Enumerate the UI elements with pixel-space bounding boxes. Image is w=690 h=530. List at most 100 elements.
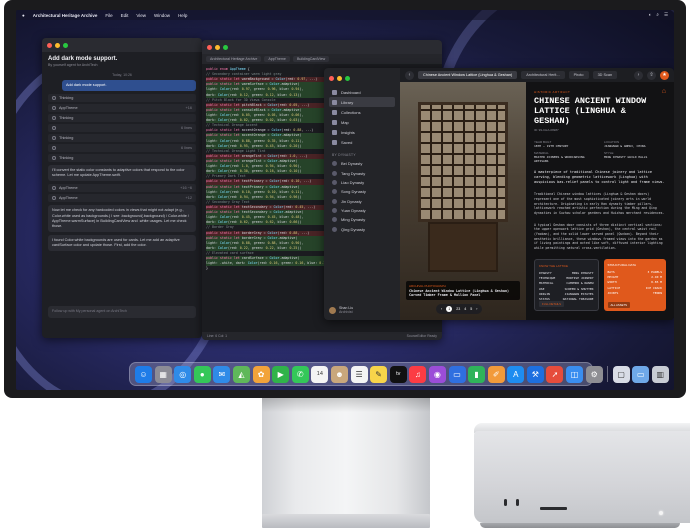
zoom-button[interactable] [345, 76, 350, 81]
downloads-folder-icon[interactable]: ▭ [632, 365, 650, 383]
menu-file[interactable]: File [105, 13, 112, 18]
notes-icon[interactable]: ✎ [370, 365, 388, 383]
sidebar-item-dynasty[interactable]: Song Dynasty [329, 187, 395, 196]
reminders-icon[interactable]: ☰ [350, 365, 368, 383]
notification-icon[interactable]: ☰ [664, 12, 668, 18]
instruments-icon[interactable]: ➚ [546, 365, 564, 383]
user-profile[interactable]: Shan Liu Archivist [329, 306, 353, 314]
forward-icon[interactable]: › [634, 70, 643, 80]
list-item[interactable]: AppTheme +12 [48, 194, 196, 203]
sidebar-item-dynasty[interactable]: Qing Dynasty [329, 225, 395, 234]
power-indicator-light [659, 511, 663, 515]
list-item[interactable]: 6 lines [48, 124, 196, 133]
sidebar-item-dynasty[interactable]: Yuan Dynasty [329, 206, 395, 215]
sidebar-item-dynasty[interactable]: Liao Dynasty [329, 178, 395, 187]
menu-help[interactable]: Help [178, 13, 187, 18]
control-center-icon[interactable]: ◐ [649, 12, 652, 18]
dynasty-icon [332, 208, 337, 214]
list-item[interactable]: Thinking [48, 94, 196, 103]
sidebar-section-title: BY DYNASTY [332, 153, 356, 157]
sidebar-item-insights[interactable]: Insights [329, 127, 395, 137]
spotlight-icon[interactable]: ⌕ [656, 12, 659, 18]
artifact-fields: YEAR BUILT 18TH – 19TH CENTURY LOCATION JI… [534, 140, 648, 164]
mail-icon[interactable]: ✉ [213, 365, 231, 383]
apple-icon[interactable]: ● [22, 13, 25, 18]
photo-pager: ‹ 1 23 4 5 › [436, 304, 483, 314]
artifact-photo: ARCHIVAL PHOTOGRAPH Chinese Ancient Wind… [400, 82, 526, 320]
pager-page[interactable]: 5 [470, 307, 472, 311]
heritage-toolbar: ‹ Chinese Ancient Window Lattice (Linghu… [400, 68, 674, 82]
appstore-icon[interactable]: A [507, 365, 525, 383]
keynote-icon[interactable]: ▭ [448, 365, 466, 383]
finder-icon[interactable]: ☺ [135, 365, 152, 383]
share-icon[interactable]: ⇧ [647, 70, 656, 80]
messages-icon[interactable]: ● [193, 365, 211, 383]
product-photo: ● Architectural Heritage Archive File Ed… [0, 0, 690, 530]
close-button[interactable] [47, 42, 52, 48]
tab-artifact[interactable]: Chinese Ancient Window Lattice (Linghua … [418, 71, 518, 79]
tab-apptheme[interactable]: AppTheme [264, 56, 290, 62]
pager-prev-icon[interactable]: ‹ [441, 307, 442, 311]
settings-icon[interactable]: ⚙ [585, 365, 603, 383]
sidebar-item-saved[interactable]: Saved [329, 137, 395, 147]
full-details-button[interactable]: FULL DETAILS [539, 300, 564, 307]
tab-architectural[interactable]: Architectural Herit... [521, 71, 565, 79]
close-button[interactable] [207, 44, 212, 50]
list-item[interactable]: AppTheme +16 [48, 104, 196, 113]
contacts-icon[interactable]: ☻ [330, 365, 348, 383]
facetime-icon[interactable]: ▶ [272, 365, 290, 383]
menu-window[interactable]: Window [154, 13, 170, 18]
minimize-button[interactable] [215, 44, 220, 50]
list-item[interactable]: Thinking [48, 134, 196, 143]
music-icon[interactable]: ♫ [409, 365, 427, 383]
pages-icon[interactable]: ✐ [487, 365, 505, 383]
menu-edit[interactable]: Edit [121, 13, 129, 18]
zoom-button[interactable] [63, 42, 68, 48]
sidebar-item-map[interactable]: Map [329, 117, 395, 127]
artifact-description: Traditional Chinese window lattices (Lin… [534, 192, 665, 216]
maps-icon[interactable]: ◭ [232, 365, 250, 383]
tv-icon[interactable]: tv [389, 365, 407, 383]
phone-icon[interactable]: ✆ [291, 365, 309, 383]
sidebar-item-collections[interactable]: Collections [329, 107, 395, 117]
minimize-button[interactable] [55, 42, 60, 48]
trash-icon[interactable]: ▥ [651, 365, 669, 383]
pager-next-icon[interactable]: › [476, 307, 477, 311]
pager-page[interactable]: 4 [464, 307, 466, 311]
sidebar-item-dashboard[interactable]: Dashboard [329, 87, 395, 97]
sidebar-item-dynasty[interactable]: Jin Dynasty [329, 197, 395, 206]
sidebar-item-dynasty[interactable]: Tang Dynasty [329, 168, 395, 177]
photos-icon[interactable]: ✿ [252, 365, 270, 383]
sidebar-item-dynasty[interactable]: Bei Dynasty [329, 159, 395, 168]
preview-icon[interactable]: ▢ [612, 365, 630, 383]
tab-project[interactable]: Architectural Heritage Archive [206, 56, 262, 62]
bookmark-action-icon[interactable]: ★ [660, 70, 669, 80]
safari-icon[interactable]: ◎ [174, 365, 192, 383]
pager-page[interactable]: 23 [456, 307, 460, 311]
list-item[interactable]: 6 lines [48, 144, 196, 153]
sidebar-item-dynasty[interactable]: Ming Dynasty [329, 215, 395, 224]
close-button[interactable] [329, 76, 334, 81]
tab-3d-scan[interactable]: 3D Scan [592, 71, 618, 79]
menu-app-name[interactable]: Architectural Heritage Archive [33, 13, 98, 18]
bookmark-icon [332, 139, 337, 145]
podcasts-icon[interactable]: ◉ [428, 365, 446, 383]
zoom-button[interactable] [223, 44, 228, 50]
calendar-icon[interactable]: 14 [311, 365, 329, 383]
list-item[interactable]: AppTheme +16 −6 [48, 184, 196, 193]
list-item[interactable]: Thinking [48, 114, 196, 123]
tab-buildingcardview[interactable]: BuildingCardView [292, 56, 330, 62]
xcode-icon[interactable]: ⚒ [526, 365, 544, 383]
numbers-icon[interactable]: ▮ [468, 365, 486, 383]
list-item[interactable]: Thinking [48, 154, 196, 163]
tab-photo[interactable]: Photo [568, 71, 589, 79]
menu-view[interactable]: View [136, 13, 146, 18]
pager-page-current[interactable]: 1 [446, 306, 453, 312]
sidebar-item-library[interactable]: Library [329, 97, 395, 107]
minimize-button[interactable] [337, 76, 342, 81]
launchpad-icon[interactable]: ▦ [154, 365, 172, 383]
simulator-icon[interactable]: ◫ [566, 365, 584, 383]
chat-compose-input[interactable]: Follow up with My personal agent on Arch… [48, 306, 196, 318]
all-assets-button[interactable]: ALL ASSETS [607, 301, 631, 308]
back-icon[interactable]: ‹ [405, 70, 414, 80]
